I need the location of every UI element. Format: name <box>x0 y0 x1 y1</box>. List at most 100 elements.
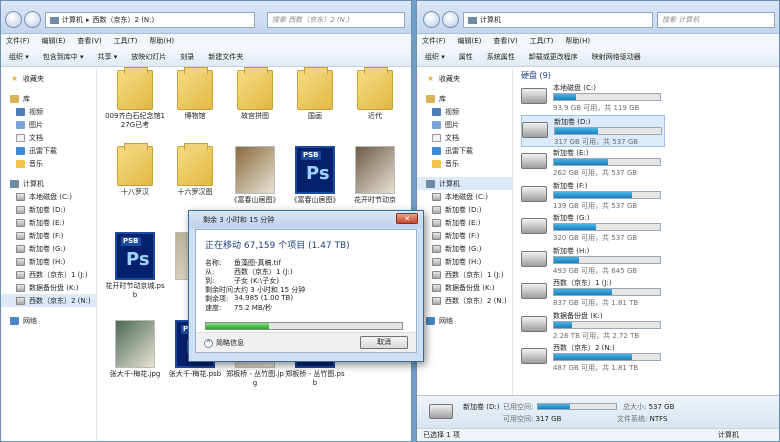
drive-usage-fill <box>554 191 633 198</box>
nav-item[interactable]: 新加卷 (F:) <box>417 229 512 242</box>
close-icon[interactable]: ✕ <box>396 213 418 224</box>
nav-item[interactable]: 西数（京东）1 (J:) <box>417 268 512 281</box>
address-bar[interactable]: 计算机 <box>463 12 653 28</box>
nav-item[interactable]: 西数（京东）1 (J:) <box>1 268 96 281</box>
nav-item[interactable]: 新加卷 (G:) <box>1 242 96 255</box>
menu-item[interactable]: 工具(T) <box>530 36 554 46</box>
drive-tile[interactable]: 新加卷 (H:) 493 GB 可用，共 645 GB <box>521 245 665 277</box>
nav-item[interactable]: 音乐 <box>417 157 512 170</box>
forward-button[interactable] <box>24 11 41 28</box>
menu-item[interactable]: 编辑(E) <box>458 36 482 46</box>
nav-item[interactable]: 文档 <box>1 131 96 144</box>
nav-item-label: 音乐 <box>29 159 43 168</box>
nav-item[interactable]: 新加卷 (E:) <box>417 216 512 229</box>
file-item[interactable]: PSB Ps 花开时节动京城.psb <box>105 232 165 300</box>
nav-item[interactable]: 迅雷下载 <box>417 144 512 157</box>
section-title[interactable]: 硬盘 (9) <box>521 70 551 81</box>
file-item[interactable]: 故宫拼图 <box>225 67 285 121</box>
toolbar-button[interactable]: 包含到库中 ▾ <box>43 52 84 62</box>
nav-item[interactable]: 网络 <box>1 314 96 327</box>
breadcrumb-computer[interactable]: 计算机 <box>480 15 501 25</box>
drive-tile[interactable]: 本地磁盘 (C:) 93.9 GB 可用，共 119 GB <box>521 82 665 114</box>
nav-item[interactable]: 音乐 <box>1 157 96 170</box>
nav-item[interactable]: 新加卷 (H:) <box>1 255 96 268</box>
drive-tile[interactable]: 西数（京东）2 (N:) 487 GB 可用，共 1.81 TB <box>521 342 665 374</box>
file-item[interactable]: 十八罗汉 <box>105 143 165 197</box>
nav-item[interactable]: 新加卷 (D:) <box>1 203 96 216</box>
breadcrumb-current[interactable]: 西数（京东）2 (N:) <box>93 15 155 25</box>
drive-tile[interactable]: 新加卷 (F:) 139 GB 可用，共 537 GB <box>521 180 665 212</box>
nav-item[interactable]: 西数（京东）2 (N:) <box>417 294 512 307</box>
back-button[interactable] <box>423 11 440 28</box>
toolbar-button[interactable]: 系统属性 <box>487 52 515 62</box>
toolbar-button[interactable]: 属性 <box>459 52 473 62</box>
file-item[interactable]: 花开时节动京 <box>345 146 405 205</box>
breadcrumb-computer[interactable]: 计算机 <box>62 15 83 25</box>
nav-item[interactable]: 新加卷 (D:) <box>417 203 512 216</box>
menu-item[interactable]: 帮助(H) <box>149 36 174 46</box>
file-item[interactable]: 十六罗汉图 <box>165 143 225 197</box>
cancel-button[interactable]: 取消 <box>360 336 408 349</box>
dialog-titlebar[interactable]: 剩余 3 小时和 15 分钟 <box>189 211 423 228</box>
nav-item[interactable]: 图片 <box>417 118 512 131</box>
nav-item[interactable]: 本地磁盘 (C:) <box>1 190 96 203</box>
menu-item[interactable]: 编辑(E) <box>42 36 66 46</box>
nav-item[interactable]: 计算机 <box>417 177 512 190</box>
menu-item[interactable]: 帮助(H) <box>565 36 590 46</box>
file-item[interactable]: 009齐白石纪念馆127G已考 <box>105 67 165 130</box>
drive-tile[interactable]: 新加卷 (D:) 317 GB 可用，共 537 GB <box>521 114 665 147</box>
nav-item[interactable]: 计算机 <box>1 177 96 190</box>
toolbar-button[interactable]: 共享 ▾ <box>98 52 118 62</box>
nav-item[interactable]: 视频 <box>417 105 512 118</box>
detail-row: 名称: 鱼藻图-真稿.tif <box>205 258 305 267</box>
back-button[interactable] <box>5 11 22 28</box>
nav-item[interactable]: ★ 收藏夹 <box>1 72 96 85</box>
file-item[interactable]: 博物馆 <box>165 67 225 121</box>
nav-item[interactable]: 迅雷下载 <box>1 144 96 157</box>
less-info-toggle[interactable]: ^ 简略信息 <box>204 338 244 348</box>
file-item[interactable]: 国画 <box>285 67 345 121</box>
nav-item[interactable]: 西数（京东）2 (N:) <box>1 294 96 307</box>
nav-item[interactable]: 新加卷 (F:) <box>1 229 96 242</box>
file-item[interactable]: PSB Ps 《富春山居图》 <box>285 146 345 205</box>
file-name: 故宫拼图 <box>241 112 269 120</box>
nav-item[interactable]: 库 <box>417 92 512 105</box>
search-input[interactable]: 搜索 计算机 <box>657 12 775 28</box>
toolbar-button[interactable]: 组织 ▾ <box>9 52 29 62</box>
drive-tile[interactable]: 新加卷 (G:) 320 GB 可用，共 537 GB <box>521 212 665 244</box>
file-item[interactable]: 近代 <box>345 67 405 121</box>
toolbar-button[interactable]: 卸载或更改程序 <box>529 52 578 62</box>
nav-item[interactable]: 数据备份盘 (K:) <box>417 281 512 294</box>
drive-tile[interactable]: 西数（京东）1 (J:) 837 GB 可用，共 1.81 TB <box>521 277 665 309</box>
nav-item-label: 网络 <box>23 316 37 325</box>
toolbar-button[interactable]: 放映幻灯片 <box>131 52 166 62</box>
forward-button[interactable] <box>442 11 459 28</box>
menu-item[interactable]: 查看(V) <box>77 36 101 46</box>
nav-item[interactable]: 新加卷 (H:) <box>417 255 512 268</box>
nav-item[interactable]: 数据备份盘 (K:) <box>1 281 96 294</box>
nav-item[interactable]: 文档 <box>417 131 512 144</box>
drive-tile[interactable]: 数据备份盘 (K:) 2.26 TB 可用，共 2.72 TB <box>521 310 665 342</box>
toolbar-button[interactable]: 组织 ▾ <box>425 52 445 62</box>
menu-item[interactable]: 查看(V) <box>493 36 517 46</box>
toolbar-button[interactable]: 刻录 <box>180 52 194 62</box>
toolbar-button[interactable]: 映射网络驱动器 <box>592 52 641 62</box>
nav-item[interactable]: 本地磁盘 (C:) <box>417 190 512 203</box>
menu-item[interactable]: 文件(F) <box>422 36 446 46</box>
nav-item[interactable]: 新加卷 (E:) <box>1 216 96 229</box>
status-location: 计算机 <box>718 431 739 439</box>
nav-item[interactable]: 图片 <box>1 118 96 131</box>
nav-item[interactable]: 库 <box>1 92 96 105</box>
file-item[interactable]: 张大千-梅花.jpg <box>105 320 165 379</box>
file-item[interactable]: 《富春山居图》 <box>225 146 285 205</box>
nav-item[interactable]: 新加卷 (G:) <box>417 242 512 255</box>
nav-item[interactable]: 网络 <box>417 314 512 327</box>
menu-item[interactable]: 工具(T) <box>114 36 138 46</box>
drive-tile[interactable]: 新加卷 (E:) 262 GB 可用，共 537 GB <box>521 147 665 179</box>
nav-item[interactable]: ★ 收藏夹 <box>417 72 512 85</box>
menu-item[interactable]: 文件(F) <box>6 36 30 46</box>
search-input[interactable]: 搜索 西数（京东）2 (N:) <box>267 12 405 28</box>
address-bar[interactable]: 计算机 ▸ 西数（京东）2 (N:) <box>45 12 255 28</box>
nav-item[interactable]: 视频 <box>1 105 96 118</box>
toolbar-button[interactable]: 新建文件夹 <box>208 52 243 62</box>
